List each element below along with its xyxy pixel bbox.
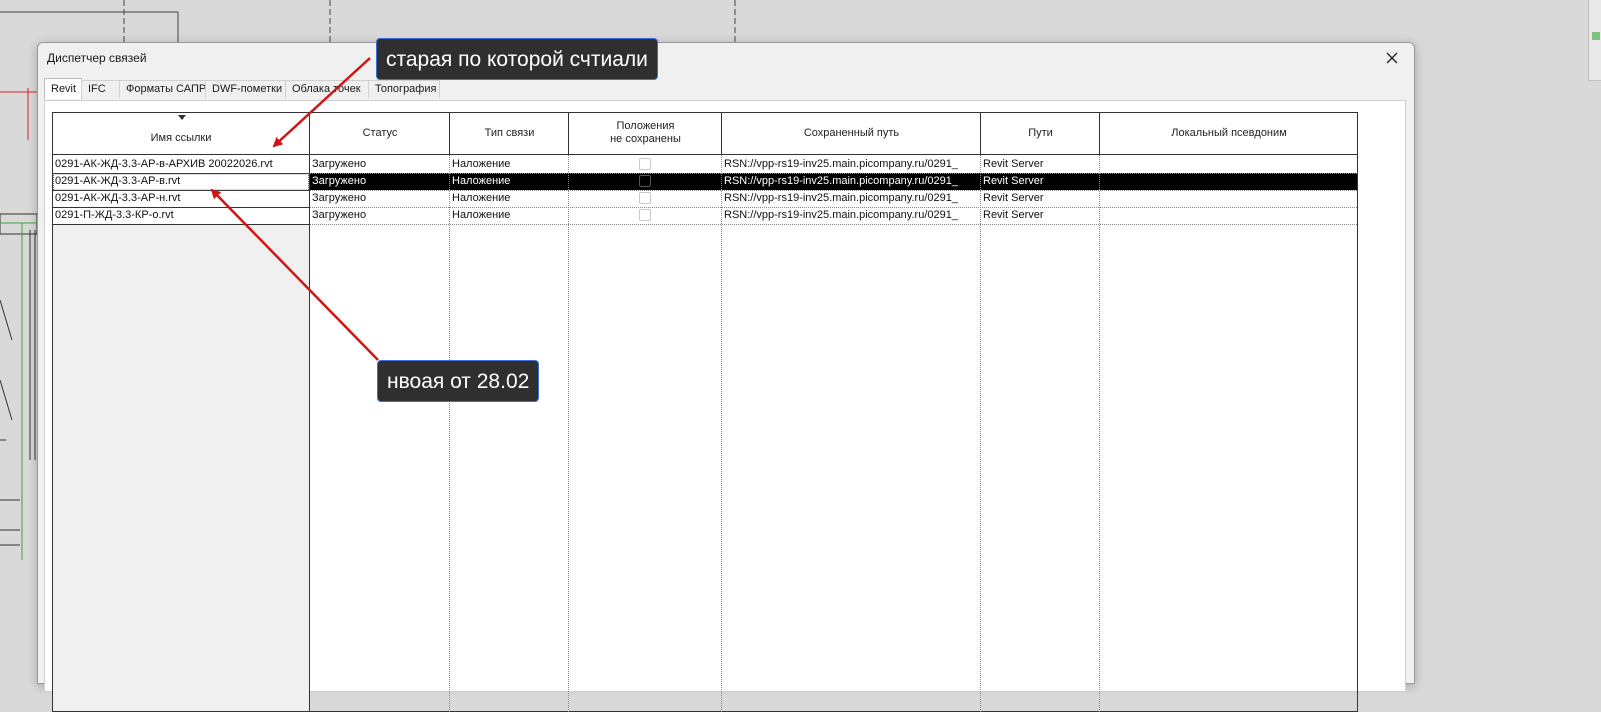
status-indicator bbox=[1592, 32, 1600, 40]
link-name-cell[interactable]: 0291-П-ЖД-3.3-КР-о.rvt bbox=[53, 207, 309, 224]
tab-dwf-markups[interactable]: DWF-пометки bbox=[205, 80, 286, 98]
column-header-paths[interactable]: Пути bbox=[981, 112, 1100, 154]
status-cell[interactable]: Загружено bbox=[310, 173, 450, 190]
link-type-cell[interactable]: Наложение bbox=[450, 207, 569, 224]
side-panel-edge bbox=[1588, 0, 1601, 81]
paths-cell[interactable]: Revit Server bbox=[981, 190, 1100, 207]
link-manager-dialog: Диспетчер связей Revit IFC Форматы САПР … bbox=[37, 42, 1415, 712]
link-type-cell[interactable]: Наложение bbox=[450, 156, 569, 173]
positions-not-saved-checkbox[interactable] bbox=[639, 175, 651, 187]
saved-path-cell[interactable]: RSN://vpp-rs19-inv25.main.picompany.ru/0… bbox=[722, 173, 980, 190]
link-name-cell[interactable]: 0291-АК-ЖД-3.3-АР-в-АРХИВ 20022026.rvt bbox=[53, 156, 309, 173]
link-type-cell[interactable]: Наложение bbox=[450, 190, 569, 207]
links-table: Имя ссылки Статус Тип связи Положения не… bbox=[52, 112, 1358, 712]
column-header-status[interactable]: Статус bbox=[310, 112, 450, 154]
dialog-title: Диспетчер связей bbox=[47, 51, 147, 65]
positions-not-saved-checkbox[interactable] bbox=[639, 192, 651, 204]
alias-cell[interactable] bbox=[1100, 190, 1358, 207]
alias-cell[interactable] bbox=[1100, 173, 1358, 190]
close-button[interactable] bbox=[1372, 43, 1412, 73]
column-header-saved-path[interactable]: Сохраненный путь bbox=[722, 112, 981, 154]
tab-ifc[interactable]: IFC bbox=[81, 80, 120, 98]
saved-path-cell[interactable]: RSN://vpp-rs19-inv25.main.picompany.ru/0… bbox=[722, 190, 980, 207]
positions-not-saved-checkbox[interactable] bbox=[639, 158, 651, 170]
annotation-old-link: старая по которой счтиали bbox=[376, 38, 658, 80]
link-type-cell[interactable]: Наложение bbox=[450, 173, 569, 190]
column-header-alias[interactable]: Локальный псевдоним bbox=[1100, 112, 1358, 154]
alias-cell[interactable] bbox=[1100, 156, 1358, 173]
column-header-name[interactable]: Имя ссылки bbox=[52, 112, 310, 145]
tab-bar: Revit IFC Форматы САПР DWF-пометки Облак… bbox=[44, 78, 440, 100]
tab-topography[interactable]: Топография bbox=[368, 80, 440, 98]
column-header-name-label: Имя ссылки bbox=[150, 132, 212, 144]
tab-point-clouds[interactable]: Облака точек bbox=[285, 80, 369, 98]
column-header-positions[interactable]: Положения не сохранены bbox=[569, 112, 722, 154]
annotation-new-link: нвоая от 28.02 bbox=[377, 360, 540, 402]
tab-cad-formats[interactable]: Форматы САПР bbox=[119, 80, 206, 98]
paths-cell[interactable]: Revit Server bbox=[981, 173, 1100, 190]
paths-cell[interactable]: Revit Server bbox=[981, 207, 1100, 224]
tab-revit[interactable]: Revit bbox=[44, 78, 82, 99]
column-header-positions-line2: не сохранены bbox=[610, 133, 681, 145]
link-name-cell[interactable]: 0291-АК-ЖД-3.3-АР-в.rvt bbox=[53, 173, 309, 190]
positions-not-saved-checkbox[interactable] bbox=[639, 209, 651, 221]
link-name-cell[interactable]: 0291-АК-ЖД-3.3-АР-н.rvt bbox=[53, 190, 309, 207]
saved-path-cell[interactable]: RSN://vpp-rs19-inv25.main.picompany.ru/0… bbox=[722, 156, 980, 173]
status-cell[interactable]: Загружено bbox=[310, 156, 450, 173]
status-cell[interactable]: Загружено bbox=[310, 207, 450, 224]
saved-path-cell[interactable]: RSN://vpp-rs19-inv25.main.picompany.ru/0… bbox=[722, 207, 980, 224]
sort-down-icon bbox=[178, 115, 186, 120]
status-cell[interactable]: Загружено bbox=[310, 190, 450, 207]
column-header-link-type[interactable]: Тип связи bbox=[450, 112, 569, 154]
paths-cell[interactable]: Revit Server bbox=[981, 156, 1100, 173]
alias-cell[interactable] bbox=[1100, 207, 1358, 224]
close-icon bbox=[1386, 52, 1398, 64]
column-header-positions-line1: Положения bbox=[616, 120, 675, 132]
